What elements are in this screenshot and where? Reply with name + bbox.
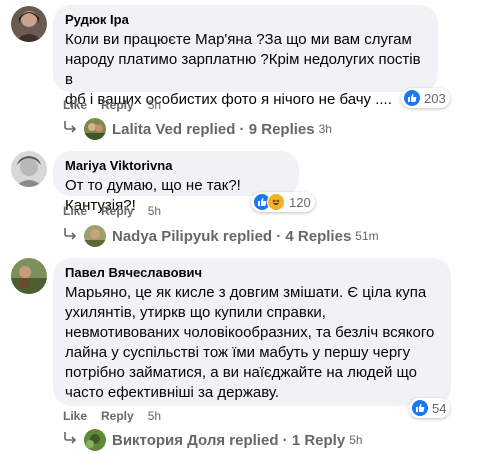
replier-avatar: [84, 118, 106, 140]
comment-time[interactable]: 5h: [148, 204, 161, 218]
replier-name: Lalita Ved: [112, 120, 183, 138]
replies-time: 5h: [349, 433, 363, 447]
like-button[interactable]: Like: [63, 204, 87, 218]
reaction-summary[interactable]: 54: [409, 398, 451, 418]
avatar[interactable]: [11, 151, 47, 187]
reply-arrow-icon: [62, 227, 78, 245]
haha-reaction-icon: [267, 193, 285, 211]
comment-author[interactable]: Рудюк Іра: [65, 12, 426, 28]
reply-button[interactable]: Reply: [101, 98, 134, 112]
view-replies[interactable]: Lalita Ved replied · 9 Replies 3h: [62, 118, 332, 140]
like-button[interactable]: Like: [63, 98, 87, 112]
replied-text: replied: [186, 120, 236, 138]
comment-bubble: Рудюк Іра Коли ви працюєте Мар'яна ?За щ…: [53, 5, 438, 108]
comment-bubble: Павел Вячеславович Марьяно, це як кисле …: [53, 258, 451, 406]
replies-count: 1 Reply: [291, 431, 346, 449]
comment-time[interactable]: 5h: [148, 98, 161, 112]
reaction-summary[interactable]: 120: [251, 192, 315, 212]
reaction-count: 54: [432, 400, 447, 416]
like-reaction-icon: [411, 399, 429, 417]
reply-arrow-icon: [62, 120, 78, 138]
reply-arrow-icon: [62, 431, 78, 449]
comment-time[interactable]: 5h: [148, 409, 161, 423]
avatar[interactable]: [11, 6, 47, 42]
comment-author[interactable]: Mariya Viktorivna: [65, 158, 287, 174]
like-button[interactable]: Like: [63, 409, 87, 423]
replied-text: replied: [229, 431, 279, 449]
comment-bubble: Mariya Viktorivna От то думаю, що не так…: [53, 151, 299, 214]
replies-count: 4 Replies: [285, 227, 352, 245]
like-reaction-icon: [403, 89, 421, 107]
comment-text: Марьяно, це як кисле з довгим змішати. Є…: [65, 284, 435, 401]
replies-count: 9 Replies: [248, 120, 315, 138]
view-replies[interactable]: Виктория Доля replied · 1 Reply 5h: [62, 429, 363, 451]
replier-avatar: [84, 429, 106, 451]
replier-avatar: [84, 225, 106, 247]
reaction-count: 120: [289, 194, 311, 210]
replier-name: Nadya Pilipyuk: [112, 227, 219, 245]
view-replies[interactable]: Nadya Pilipyuk replied · 4 Replies 51m: [62, 225, 379, 247]
replies-time: 51m: [355, 229, 379, 243]
comment-actions: Like Reply 5h: [63, 98, 161, 112]
reaction-count: 203: [424, 90, 446, 106]
comment-actions: Like Reply 5h: [63, 409, 161, 423]
replier-name: Виктория Доля: [112, 431, 226, 449]
comment-author[interactable]: Павел Вячеславович: [65, 265, 439, 281]
replies-time: 3h: [318, 122, 332, 136]
replied-text: replied: [222, 227, 273, 245]
reply-button[interactable]: Reply: [101, 204, 134, 218]
avatar[interactable]: [11, 258, 47, 294]
reply-button[interactable]: Reply: [101, 409, 134, 423]
reaction-summary[interactable]: 203: [401, 88, 450, 108]
comment-actions: Like Reply 5h: [63, 204, 161, 218]
